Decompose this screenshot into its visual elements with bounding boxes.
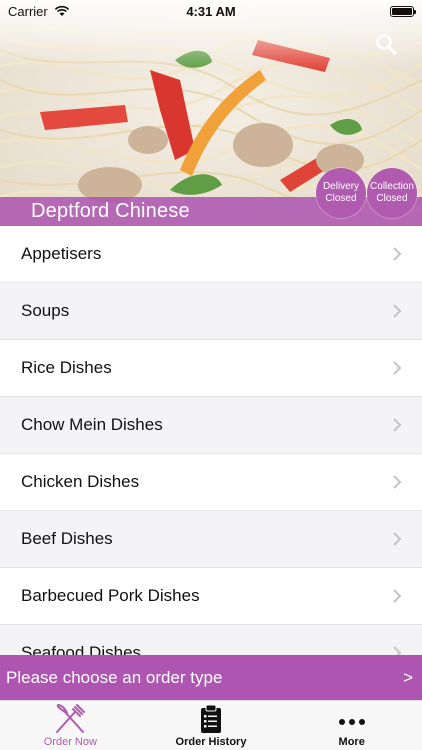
tab-order-now[interactable]: Order Now xyxy=(0,701,141,750)
tab-label: Order History xyxy=(175,736,247,748)
delivery-status-badge: Delivery Closed xyxy=(316,168,366,218)
app-screen: Carrier 4:31 AM Deptford Chinese Deliver… xyxy=(0,0,422,750)
chevron-right-icon xyxy=(393,475,402,489)
tab-label: Order Now xyxy=(43,736,97,748)
clipboard-icon xyxy=(201,704,221,733)
delivery-badge-title: Delivery xyxy=(322,181,360,192)
chevron-right-icon xyxy=(393,532,402,546)
fork-knife-icon xyxy=(56,704,86,733)
menu-category-seafood-dishes[interactable]: Seafood Dishes xyxy=(0,625,422,656)
menu-category-chow-mein-dishes[interactable]: Chow Mein Dishes xyxy=(0,397,422,454)
restaurant-name: Deptford Chinese xyxy=(31,200,190,222)
collection-badge-title: Collection xyxy=(370,181,414,192)
status-bar: Carrier 4:31 AM xyxy=(0,0,422,22)
wifi-icon xyxy=(54,5,69,16)
order-type-prompt: Please choose an order type xyxy=(6,667,223,687)
tab-label: More xyxy=(338,736,365,748)
menu-category-label: Soups xyxy=(21,301,70,320)
menu-category-chicken-dishes[interactable]: Chicken Dishes xyxy=(0,454,422,511)
menu-category-list: Appetisers Soups Rice Dishes Chow Mein D… xyxy=(0,226,422,656)
menu-category-label: Chow Mein Dishes xyxy=(21,415,163,434)
menu-category-barbecued-pork-dishes[interactable]: Barbecued Pork Dishes xyxy=(0,568,422,625)
chevron-right-icon xyxy=(393,304,402,318)
chevron-right-icon xyxy=(393,418,402,432)
menu-category-label: Beef Dishes xyxy=(21,529,113,548)
choose-order-type-bar[interactable]: Please choose an order type > xyxy=(0,655,422,700)
menu-category-beef-dishes[interactable]: Beef Dishes xyxy=(0,511,422,568)
status-left: Carrier xyxy=(8,4,70,19)
carrier-label: Carrier xyxy=(8,3,48,19)
chevron-right-icon xyxy=(393,361,402,375)
menu-category-label: Barbecued Pork Dishes xyxy=(21,586,200,605)
search-icon[interactable] xyxy=(374,32,398,56)
menu-category-soups[interactable]: Soups xyxy=(0,283,422,340)
tab-order-history[interactable]: Order History xyxy=(141,701,282,750)
tab-more[interactable]: More xyxy=(281,701,422,750)
menu-category-label: Rice Dishes xyxy=(21,358,112,377)
menu-category-label: Appetisers xyxy=(21,244,102,263)
battery-level xyxy=(392,7,412,15)
menu-category-appetisers[interactable]: Appetisers xyxy=(0,226,422,283)
order-type-arrow-icon: > xyxy=(403,667,413,687)
collection-badge-status: Closed xyxy=(376,193,408,204)
status-time: 4:31 AM xyxy=(186,3,236,19)
chevron-right-icon xyxy=(393,589,402,603)
chevron-right-icon xyxy=(393,247,402,261)
collection-status-badge: Collection Closed xyxy=(367,168,417,218)
tab-bar: Order Now Order History More xyxy=(0,700,422,750)
menu-category-rice-dishes[interactable]: Rice Dishes xyxy=(0,340,422,397)
delivery-badge-status: Closed xyxy=(325,193,357,204)
battery-icon xyxy=(390,5,416,17)
more-dots-icon xyxy=(338,719,365,725)
menu-category-label: Chicken Dishes xyxy=(21,472,140,491)
